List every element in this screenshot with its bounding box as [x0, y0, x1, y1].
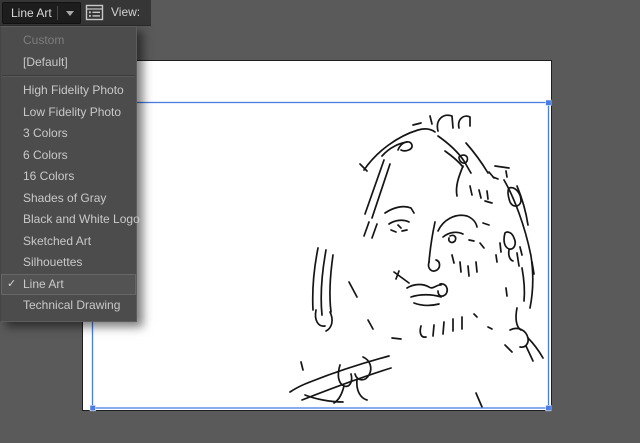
control-bar: Line Art View:: [0, 0, 151, 26]
illustrator-workspace: Line Art View: Custom [Default] High Fidel…: [0, 0, 640, 443]
selection-handle-top-right[interactable]: [545, 99, 552, 106]
menu-item-16-colors[interactable]: 16 Colors: [1, 166, 136, 188]
dropdown-divider: [57, 6, 58, 20]
menu-item-low-fidelity-photo[interactable]: Low Fidelity Photo: [1, 102, 136, 124]
preset-dropdown-menu: Custom [Default] High Fidelity Photo Low Fi…: [0, 26, 140, 322]
menu-item-label: Low Fidelity Photo: [23, 104, 122, 119]
menu-item-label: Shades of Gray: [23, 190, 107, 205]
menu-item-label: Custom: [23, 33, 65, 47]
tracing-preset-dropdown[interactable]: Line Art: [2, 2, 81, 24]
checkmark-icon: ✓: [7, 277, 17, 290]
menu-item-silhouettes[interactable]: Silhouettes: [1, 252, 136, 274]
menu-item-6-colors[interactable]: 6 Colors: [1, 145, 136, 167]
menu-item-shades-of-gray[interactable]: Shades of Gray: [1, 188, 136, 210]
menu-item-sketched-art[interactable]: Sketched Art: [1, 231, 136, 253]
chevron-down-icon: [66, 11, 74, 16]
menu-item-label: High Fidelity Photo: [23, 83, 124, 97]
menu-item-label: 6 Colors: [23, 147, 68, 162]
view-label: View:: [111, 5, 141, 19]
menu-item-label: Technical Drawing: [23, 298, 121, 312]
menu-item-label: 16 Colors: [23, 169, 75, 183]
menu-item-technical-drawing[interactable]: Technical Drawing: [1, 295, 136, 317]
menu-item-label: Black and White Logo: [23, 212, 140, 226]
menu-item-black-and-white-logo[interactable]: Black and White Logo: [1, 209, 140, 231]
menu-separator: [2, 75, 135, 77]
selection-rect[interactable]: [91, 101, 550, 409]
menu-item-label: [Default]: [23, 54, 68, 69]
menu-item-custom: Custom: [1, 30, 136, 52]
menu-item-line-art[interactable]: ✓ Line Art: [1, 273, 136, 295]
menu-item-high-fidelity-photo[interactable]: High Fidelity Photo: [1, 80, 136, 102]
image-trace-panel-button[interactable]: [85, 4, 104, 21]
selection-handle-bottom-left[interactable]: [89, 404, 96, 412]
menu-item-label: Silhouettes: [23, 255, 83, 269]
menu-item-3-colors[interactable]: 3 Colors: [1, 123, 136, 145]
selection-handle-bottom-right[interactable]: [545, 404, 552, 412]
preset-current-value: Line Art: [11, 6, 52, 20]
menu-item-label: Line Art: [23, 276, 64, 291]
image-trace-panel-icon: [85, 4, 104, 21]
menu-item-label: Sketched Art: [23, 233, 92, 248]
menu-item-label: 3 Colors: [23, 126, 68, 140]
menu-item-default[interactable]: [Default]: [1, 52, 136, 74]
